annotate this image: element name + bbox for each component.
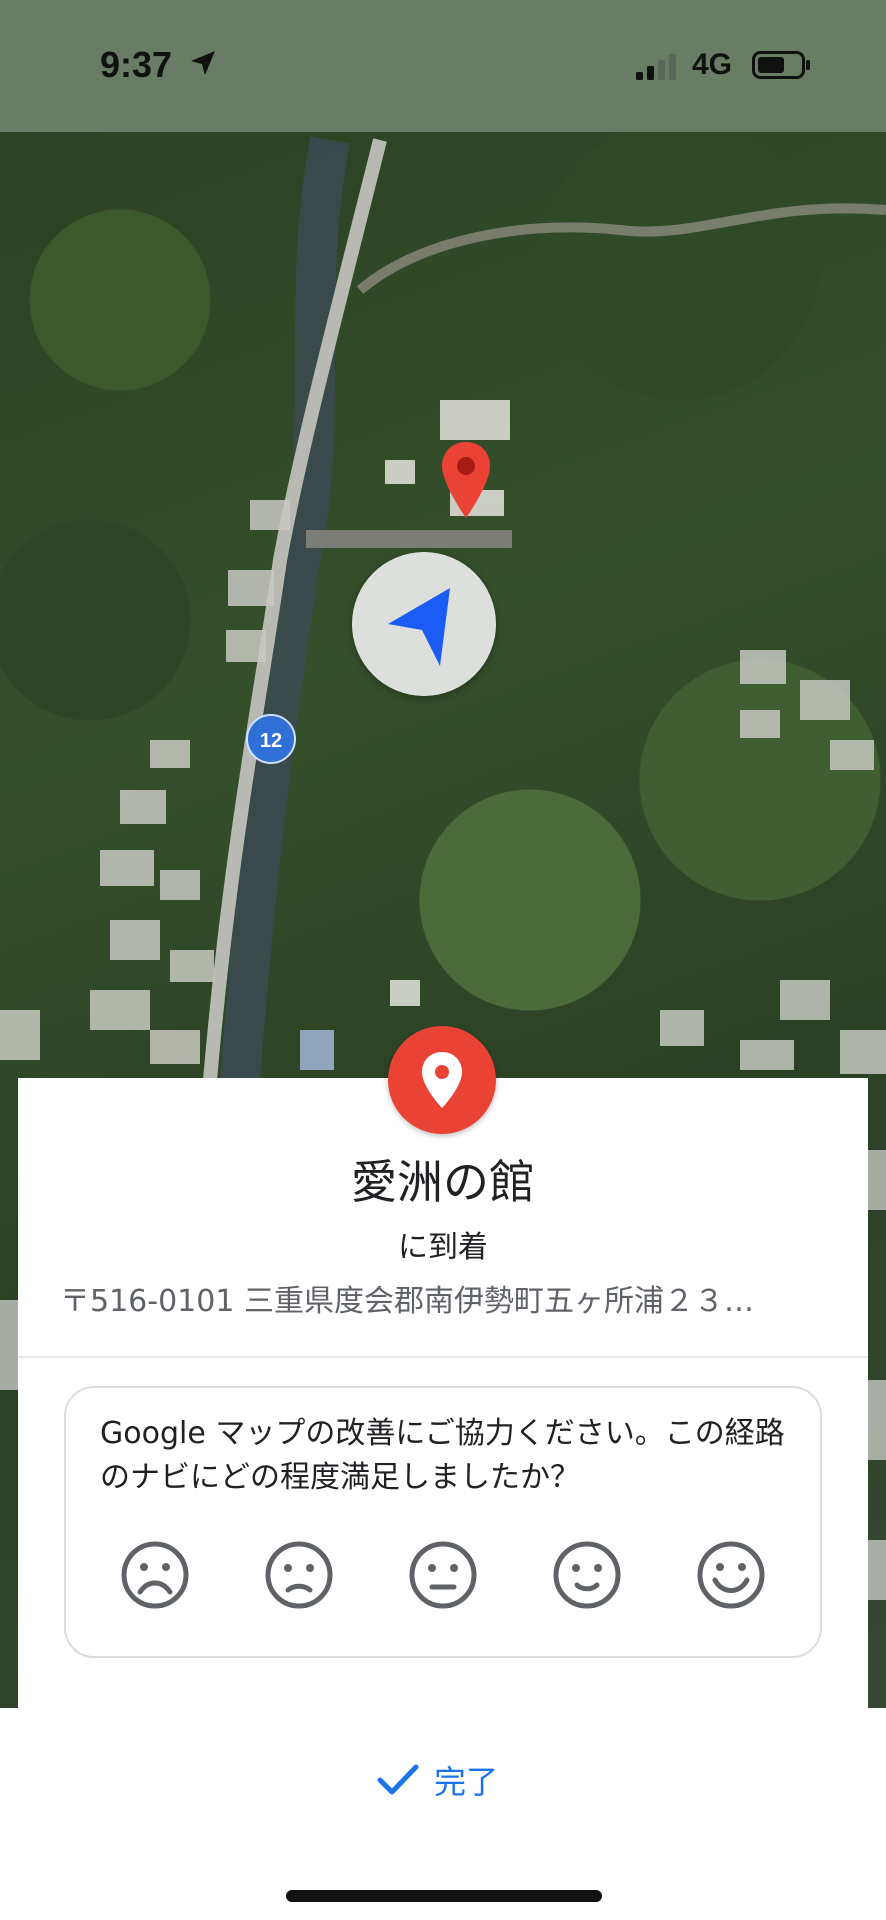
feedback-question: Google マップの改善にご協力ください。この経路のナビにどの程度満足しました… bbox=[100, 1416, 785, 1495]
very-satisfied-face-icon[interactable] bbox=[696, 1540, 766, 1610]
done-label: 完了 bbox=[434, 1763, 499, 1801]
very-dissatisfied-face-icon[interactable] bbox=[120, 1540, 190, 1610]
place-address: 〒516-0101 三重県度会郡南伊勢町五ヶ所浦２３… bbox=[60, 1284, 754, 1319]
divider bbox=[18, 1356, 868, 1358]
home-indicator[interactable] bbox=[286, 1890, 602, 1902]
location-arrow-icon bbox=[191, 51, 215, 75]
navigation-arrow-icon bbox=[388, 588, 450, 666]
dissatisfied-face-icon[interactable] bbox=[264, 1540, 334, 1610]
route-number-badge: 12 bbox=[246, 714, 296, 764]
place-name: 愛洲の館 bbox=[351, 1155, 535, 1209]
network-type: 4G bbox=[692, 48, 733, 81]
status-bar: 9:37 4G bbox=[0, 0, 886, 132]
neutral-face-icon[interactable] bbox=[408, 1540, 478, 1610]
arrived-label: に到着 bbox=[398, 1230, 488, 1265]
place-pin-icon bbox=[422, 1052, 462, 1108]
status-time: 9:37 bbox=[100, 44, 173, 85]
place-pin-badge bbox=[388, 1026, 496, 1134]
bottom-sheet bbox=[0, 1708, 886, 1920]
cellular-signal-icon bbox=[636, 54, 676, 80]
done-button[interactable]: 完了 bbox=[376, 1752, 498, 1808]
current-location-puck[interactable] bbox=[352, 552, 496, 696]
destination-pin-icon[interactable] bbox=[440, 440, 492, 520]
checkmark-icon bbox=[377, 1764, 419, 1795]
satisfied-face-icon[interactable] bbox=[552, 1540, 622, 1610]
battery-icon bbox=[752, 51, 810, 79]
